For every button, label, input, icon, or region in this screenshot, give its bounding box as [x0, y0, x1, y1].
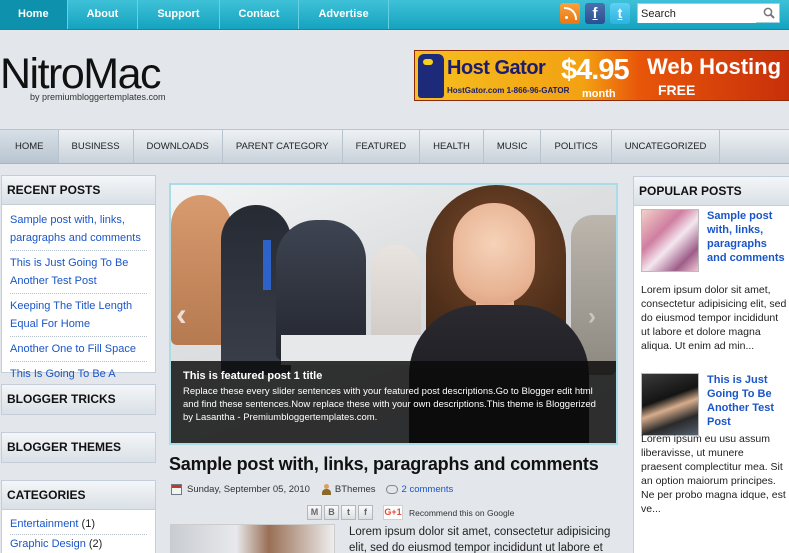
categories-widget: CATEGORIES Entertainment (1) Graphic Des…	[1, 480, 156, 553]
post-author: BThemes	[334, 484, 376, 495]
top-nav-contact[interactable]: Contact	[220, 0, 300, 29]
list-item: Sample post with, links, paragraphs and …	[10, 208, 147, 251]
author-icon	[321, 484, 331, 495]
slider-prev-arrow-icon[interactable]: ‹	[176, 298, 198, 330]
slide-title[interactable]: This is featured post 1 title	[183, 370, 604, 382]
cat-nav-music[interactable]: MUSIC	[484, 130, 542, 163]
slide-description: Replace these every slider sentences wit…	[183, 386, 596, 423]
rss-icon[interactable]	[560, 3, 580, 24]
featured-slider[interactable]: ‹ › This is featured post 1 title Replac…	[169, 183, 618, 445]
popular-post-snippet: Lorem ipsum dolor sit amet, consectetur …	[641, 284, 787, 352]
category-count: (1)	[81, 518, 95, 530]
search-icon[interactable]	[763, 7, 775, 19]
twitter-share-icon[interactable]: t	[341, 505, 356, 520]
banner-price: $4.95	[561, 54, 630, 86]
top-bar: Home About Support Contact Advertise f t	[0, 0, 789, 30]
site-logo[interactable]: NitroMac	[0, 51, 162, 97]
comment-icon	[385, 485, 398, 494]
list-item: This is Just Going To Be Another Test Po…	[10, 251, 147, 294]
banner-headline: Web Hosting	[647, 54, 782, 79]
blogthis-share-icon[interactable]: B	[324, 505, 339, 520]
popular-post-thumbnail[interactable]	[641, 373, 699, 436]
top-nav-about[interactable]: About	[68, 0, 139, 29]
slider-next-arrow-icon[interactable]: ›	[588, 303, 610, 331]
popular-post-link[interactable]: Sample post with, links, paragraphs and …	[707, 209, 785, 265]
list-item: Graphic Design (2)	[10, 535, 147, 553]
email-share-icon[interactable]: M	[307, 505, 322, 520]
category-link[interactable]: Entertainment	[10, 518, 78, 530]
recommend-text: Recommend this on Google	[409, 507, 515, 518]
ad-banner[interactable]: Host Gator HostGator.com 1-866-96-GATOR …	[414, 50, 789, 101]
facebook-share-icon[interactable]: f	[358, 505, 373, 520]
post-title[interactable]: Sample post with, links, paragraphs and …	[169, 454, 599, 475]
recent-post-link[interactable]: Another One to Fill Space	[10, 343, 136, 355]
recent-post-link[interactable]: Keeping The Title Length Equal For Home	[10, 300, 132, 330]
recent-posts-widget: RECENT POSTS Sample post with, links, pa…	[1, 175, 156, 416]
post-excerpt: Lorem ipsum dolor sit amet, consectetur …	[349, 526, 611, 553]
blogger-tricks-title: BLOGGER TRICKS	[2, 385, 155, 414]
list-item: Entertainment (1)	[10, 515, 147, 535]
cat-nav-uncategorized[interactable]: UNCATEGORIZED	[612, 130, 721, 163]
site-tagline: by premiumbloggertemplates.com	[30, 92, 166, 102]
banner-brand: Host Gator	[447, 57, 546, 79]
top-nav-advertise[interactable]: Advertise	[299, 0, 389, 29]
facebook-icon[interactable]: f	[585, 3, 605, 24]
popular-post-thumbnail[interactable]	[641, 209, 699, 272]
category-link[interactable]: Graphic Design	[10, 538, 86, 550]
calendar-icon	[171, 484, 182, 495]
post-comments-link[interactable]: 2 comments	[402, 484, 454, 495]
search-box	[637, 3, 780, 23]
list-item: Another One to Fill Space	[10, 337, 147, 362]
category-count: (2)	[88, 538, 103, 550]
list-item: Keeping The Title Length Equal For Home	[10, 294, 147, 337]
slide-caption: This is featured post 1 title Replace th…	[171, 361, 616, 443]
popular-post-link[interactable]: This is Just Going To Be Another Test Po…	[707, 373, 785, 429]
top-nav-support[interactable]: Support	[138, 0, 220, 29]
categories-list: Entertainment (1) Graphic Design (2)	[2, 510, 155, 553]
cat-nav-business[interactable]: BUSINESS	[59, 130, 134, 163]
banner-phone: HostGator.com 1-866-96-GATOR	[447, 86, 570, 95]
banner-period: month	[582, 88, 616, 100]
post-date: Sunday, September 05, 2010	[187, 484, 310, 495]
share-bar: M B t f G+1 Recommend this on Google	[307, 505, 514, 520]
popular-posts-widget: POPULAR POSTS Sample post with, links, p…	[633, 176, 789, 553]
categories-title: CATEGORIES	[2, 481, 155, 510]
category-nav: HOME BUSINESS DOWNLOADS PARENT CATEGORY …	[0, 129, 789, 164]
popular-posts-title: POPULAR POSTS	[634, 177, 789, 206]
gator-mascot-icon	[418, 54, 444, 98]
search-input[interactable]	[638, 5, 756, 23]
cat-nav-parent-category[interactable]: PARENT CATEGORY	[223, 130, 343, 163]
popular-post-snippet: Lorem ipsum eu usu assum liberavisse, ut…	[641, 433, 786, 515]
cat-nav-health[interactable]: HEALTH	[420, 130, 484, 163]
banner-subline: FREE SITEBUILDER	[658, 82, 751, 100]
cat-nav-home[interactable]: HOME	[0, 130, 59, 163]
top-nav-home[interactable]: Home	[0, 0, 68, 29]
blogger-themes-widget: BLOGGER THEMES	[1, 432, 156, 463]
recent-post-link[interactable]: This is Just Going To Be Another Test Po…	[10, 257, 128, 287]
cat-nav-politics[interactable]: POLITICS	[541, 130, 612, 163]
google-plus-icon[interactable]: G+1	[383, 505, 403, 520]
cat-nav-downloads[interactable]: DOWNLOADS	[134, 130, 223, 163]
post-meta: Sunday, September 05, 2010 BThemes 2 com…	[171, 484, 453, 495]
cat-nav-featured[interactable]: FEATURED	[343, 130, 421, 163]
post-thumbnail	[170, 524, 335, 553]
blogger-tricks-widget: BLOGGER TRICKS	[1, 384, 156, 415]
top-nav: Home About Support Contact Advertise	[0, 0, 389, 29]
blogger-themes-title: BLOGGER THEMES	[2, 433, 155, 462]
twitter-icon[interactable]: t	[610, 3, 630, 24]
recent-posts-title: RECENT POSTS	[2, 176, 155, 205]
recent-post-link[interactable]: Sample post with, links, paragraphs and …	[10, 214, 141, 244]
